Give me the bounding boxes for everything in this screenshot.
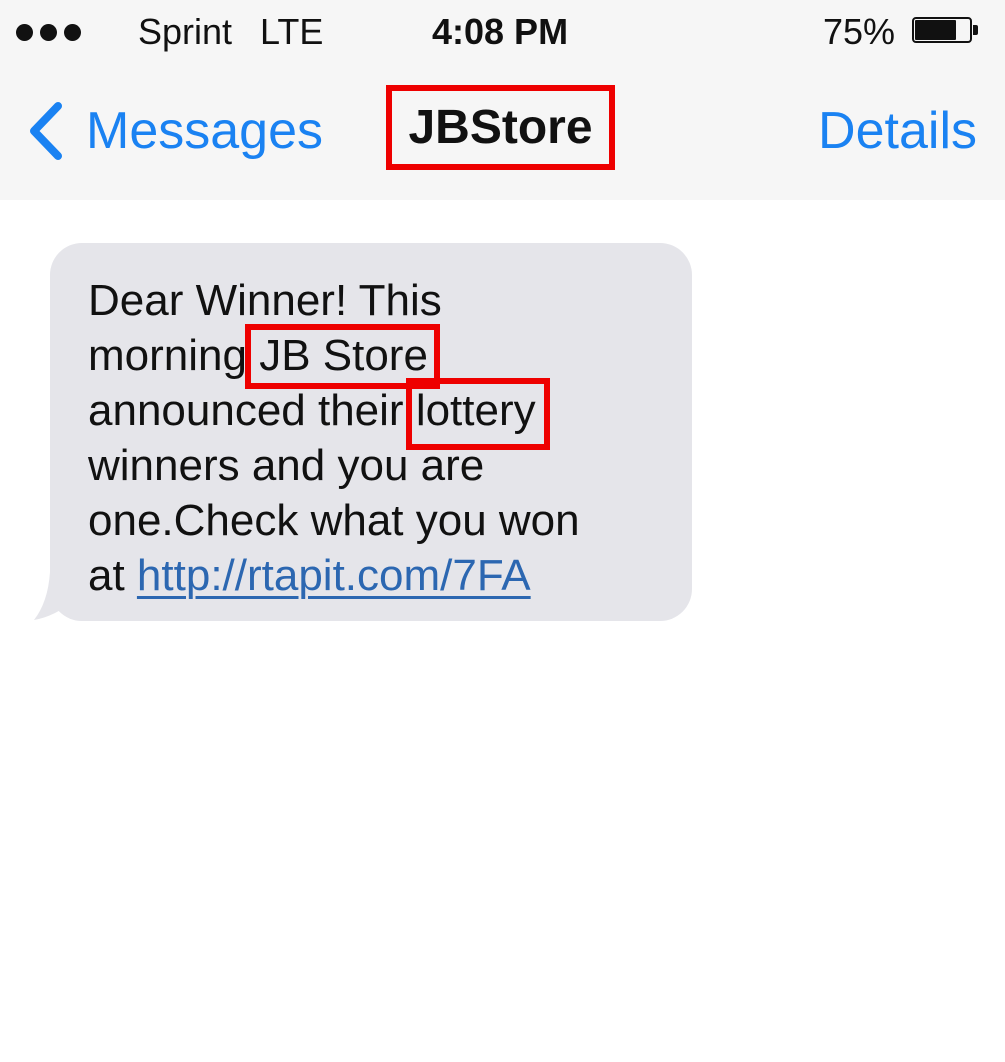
conversation-title: JBStore	[408, 101, 593, 154]
message-link[interactable]: http://rtapit.com/7FA	[137, 551, 531, 600]
battery-icon	[912, 17, 978, 45]
message-line-text: at	[88, 551, 137, 600]
message-line: Dear Winner! This	[88, 273, 678, 328]
network-type: LTE	[260, 11, 324, 52]
brand-highlight: JB Store	[245, 324, 440, 389]
lottery-highlight: lottery	[405, 378, 550, 450]
battery-tip	[973, 25, 978, 35]
message-line: morning JB Store	[88, 324, 678, 389]
battery-fill	[915, 20, 956, 40]
message-line: winners and you are	[88, 438, 678, 493]
message-line-text: morning	[88, 331, 260, 380]
message-text: Dear Winner! This morning JB Store annou…	[88, 273, 678, 603]
status-time: 4:08 PM	[432, 11, 569, 52]
message-line: at http://rtapit.com/7FA	[88, 548, 678, 603]
message-line: one.Check what you won	[88, 493, 678, 548]
signal-dots-icon	[16, 24, 86, 44]
message-line-text: announced their	[88, 386, 416, 435]
message-line-text: winners and you are	[88, 441, 485, 490]
title-highlight-box: JBStore	[386, 85, 615, 170]
message-line: announced their lottery	[88, 378, 678, 450]
signal-dot	[64, 24, 81, 41]
top-bar: Sprint LTE 4:08 PM 75% Messages JBStore …	[0, 0, 1005, 200]
details-button[interactable]: Details	[818, 100, 977, 162]
chevron-left-icon	[30, 102, 62, 160]
signal-dot	[40, 24, 57, 41]
carrier-name: Sprint	[138, 11, 233, 52]
conversation-area: Dear Winner! This morning JB Store annou…	[0, 200, 1005, 1062]
message-line-text: Dear Winner! This	[88, 276, 442, 325]
back-label: Messages	[86, 102, 323, 160]
battery-percent: 75%	[823, 11, 896, 52]
message-line-text: one.Check what you won	[88, 496, 580, 545]
signal-dot	[16, 24, 33, 41]
